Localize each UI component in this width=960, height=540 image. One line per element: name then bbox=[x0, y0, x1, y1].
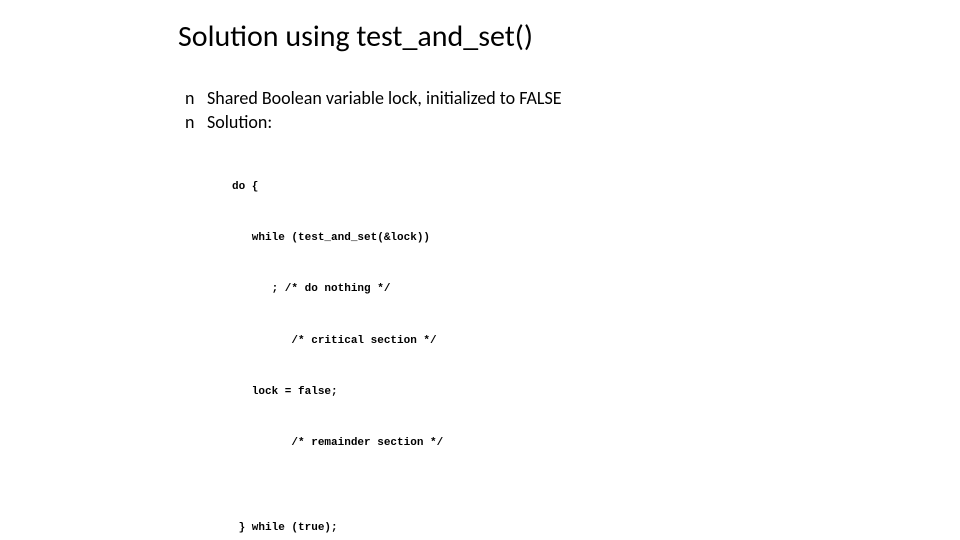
bullet-marker-icon: n bbox=[185, 86, 207, 110]
code-line: do { bbox=[232, 179, 443, 196]
bullet-item: n Solution: bbox=[185, 110, 562, 134]
code-line: /* critical section */ bbox=[232, 333, 443, 350]
bullet-list: n Shared Boolean variable lock, initiali… bbox=[185, 86, 562, 135]
code-line: while (test_and_set(&lock)) bbox=[232, 230, 443, 247]
bullet-item: n Shared Boolean variable lock, initiali… bbox=[185, 86, 562, 110]
code-line: lock = false; bbox=[232, 384, 443, 401]
slide: Solution using test_and_set() n Shared B… bbox=[0, 0, 960, 540]
slide-title: Solution using test_and_set() bbox=[178, 18, 533, 55]
code-line: /* remainder section */ bbox=[232, 435, 443, 452]
code-line: } while (true); bbox=[232, 520, 443, 537]
code-block: do { while (test_and_set(&lock)) ; /* do… bbox=[232, 145, 443, 540]
bullet-marker-icon: n bbox=[185, 110, 207, 134]
bullet-text: Shared Boolean variable lock, initialize… bbox=[207, 86, 562, 110]
code-line: ; /* do nothing */ bbox=[232, 281, 443, 298]
bullet-text: Solution: bbox=[207, 110, 272, 134]
